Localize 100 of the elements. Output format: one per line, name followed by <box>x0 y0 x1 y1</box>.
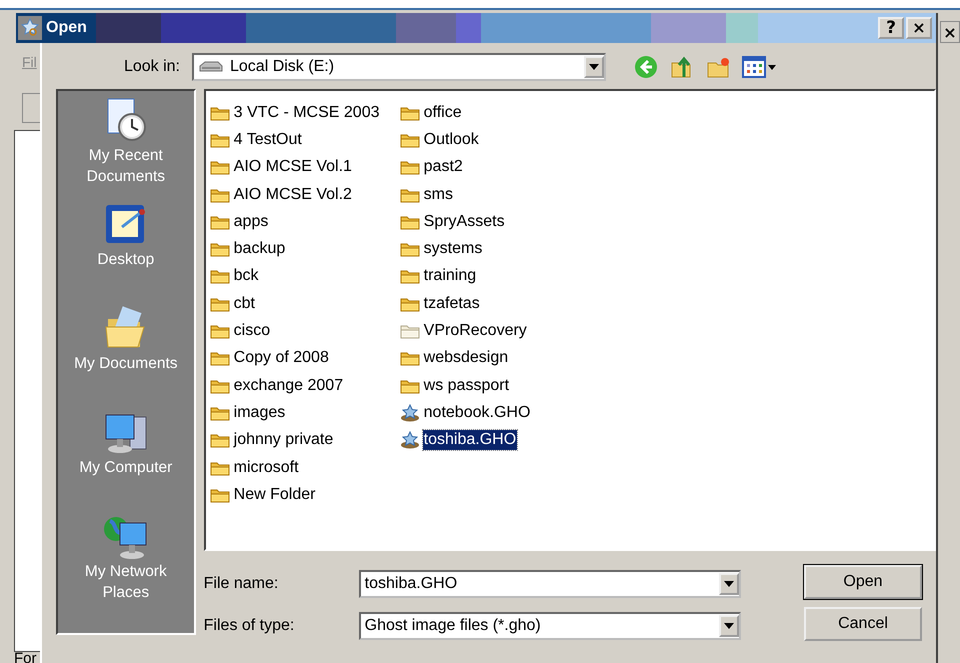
folder-item[interactable]: websdesign <box>400 344 590 372</box>
folder-item[interactable]: apps <box>210 208 400 236</box>
places-item[interactable]: My Computer <box>60 409 192 513</box>
folder-icon <box>400 132 420 148</box>
folder-item[interactable]: cbt <box>210 290 400 318</box>
file-name: images <box>232 402 286 423</box>
file-item[interactable]: toshiba.GHO <box>400 426 590 454</box>
folder-icon <box>210 296 230 312</box>
star-search-icon <box>18 16 42 40</box>
new-folder-icon[interactable] <box>706 55 730 79</box>
folder-icon <box>210 104 230 121</box>
folder-item[interactable]: SpryAssets <box>400 208 590 236</box>
folder-item[interactable]: 3 VTC - MCSE 2003 <box>210 99 400 126</box>
look-in-dropdown[interactable]: Local Disk (E:) <box>192 53 606 81</box>
folder-icon <box>210 214 230 230</box>
folder-icon <box>400 350 420 366</box>
folder-icon <box>210 268 230 284</box>
ghost-image-icon <box>400 431 420 450</box>
file-name: office <box>422 102 463 123</box>
view-menu-button[interactable] <box>742 56 776 78</box>
file-name: Copy of 2008 <box>232 348 330 368</box>
file-name: johnny private <box>232 430 334 450</box>
folder-item[interactable]: ws passport <box>400 372 590 400</box>
folder-icon <box>210 404 230 421</box>
folder-icon <box>210 323 230 340</box>
file-name: Outlook <box>422 130 480 150</box>
folder-item[interactable]: office <box>400 99 590 126</box>
folder-item[interactable]: Outlook <box>400 126 590 154</box>
folder-icon <box>400 323 420 340</box>
file-name: VProRecovery <box>422 321 528 342</box>
caret-icon <box>724 623 734 629</box>
toolbar-button[interactable] <box>22 93 42 123</box>
folder-item[interactable]: AIO MCSE Vol.1 <box>210 154 400 181</box>
folder-item[interactable]: AIO MCSE Vol.2 <box>210 180 400 208</box>
file-type-dropdown[interactable]: Ghost image files (*.gho) <box>358 612 741 640</box>
folder-icon <box>400 241 420 258</box>
window-title: Open <box>46 19 88 37</box>
folder-item[interactable]: bck <box>210 262 400 290</box>
file-name: training <box>422 266 478 286</box>
file-name: exchange 2007 <box>232 376 344 396</box>
folder-item[interactable]: 4 TestOut <box>210 126 400 154</box>
caret-icon <box>724 581 734 587</box>
folder-item[interactable]: New Folder <box>210 481 400 508</box>
file-name: apps <box>232 212 270 232</box>
file-name: cbt <box>232 294 256 314</box>
folder-icon <box>210 241 230 258</box>
back-icon[interactable] <box>634 55 658 79</box>
file-name: tzafetas <box>422 294 481 314</box>
file-name: SpryAssets <box>422 212 506 232</box>
places-item[interactable]: My Network Places <box>60 513 192 617</box>
file-name: websdesign <box>422 348 510 368</box>
file-type-label: Files of type: <box>204 617 296 635</box>
file-name: bck <box>232 266 260 286</box>
file-name: AIO MCSE Vol.1 <box>232 157 353 178</box>
caret-icon <box>768 64 776 70</box>
folder-item[interactable]: systems <box>400 235 590 263</box>
folder-item[interactable]: past2 <box>400 154 590 181</box>
folder-item[interactable]: backup <box>210 235 400 263</box>
folder-icon <box>400 214 420 230</box>
folder-icon <box>210 186 230 203</box>
file-name: past2 <box>422 157 464 178</box>
places-item[interactable]: My Documents <box>60 305 192 409</box>
grid-view-icon <box>742 56 766 78</box>
file-name: 4 TestOut <box>232 130 303 150</box>
folder-icon <box>210 486 230 503</box>
folder-icon <box>210 159 230 176</box>
folder-item[interactable]: images <box>210 399 400 427</box>
help-button[interactable]: ? <box>878 17 904 39</box>
folder-item[interactable]: cisco <box>210 317 400 345</box>
file-item[interactable]: notebook.GHO <box>400 399 590 427</box>
folder-icon <box>210 350 230 366</box>
folder-item[interactable]: Copy of 2008 <box>210 344 400 372</box>
close-button[interactable]: × <box>906 17 932 39</box>
caret-icon <box>589 64 599 70</box>
folder-icon <box>400 268 420 284</box>
folder-item[interactable]: training <box>400 262 590 290</box>
folder-icon <box>400 378 420 394</box>
folder-icon <box>400 296 420 312</box>
folder-item[interactable]: johnny private <box>210 426 400 454</box>
folder-item[interactable]: VProRecovery <box>400 317 590 345</box>
folder-icon <box>400 186 420 203</box>
folder-icon <box>210 378 230 394</box>
folder-icon <box>210 460 230 476</box>
places-item[interactable]: Desktop <box>60 201 192 305</box>
file-name: AIO MCSE Vol.2 <box>232 184 353 205</box>
open-button[interactable]: Open <box>804 565 922 599</box>
close-button[interactable]: × <box>940 21 960 43</box>
folder-item[interactable]: microsoft <box>210 454 400 482</box>
file-name-field[interactable]: toshiba.GHO <box>358 570 741 598</box>
folder-item[interactable]: sms <box>400 180 590 208</box>
folder-item[interactable]: tzafetas <box>400 290 590 318</box>
folder-item[interactable]: exchange 2007 <box>210 372 400 400</box>
folder-icon <box>210 432 230 448</box>
look-in-label: Look in: <box>122 58 181 76</box>
folder-icon <box>210 132 230 148</box>
places-item[interactable]: My Recent Documents <box>60 97 192 201</box>
file-name: New Folder <box>232 484 316 505</box>
file-name: 3 VTC - MCSE 2003 <box>232 102 380 123</box>
status-text: For <box>14 650 36 663</box>
cancel-button[interactable]: Cancel <box>804 607 922 641</box>
